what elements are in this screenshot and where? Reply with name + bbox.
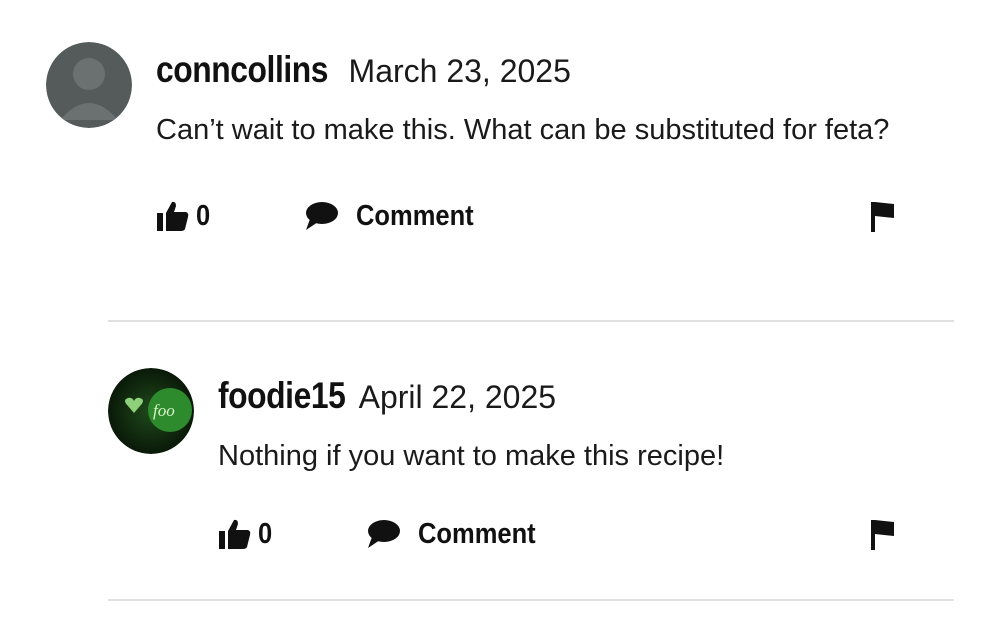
comment-header: conncollins March 23, 2025 bbox=[156, 42, 954, 98]
comment-header: foodie15 April 22, 2025 bbox=[218, 368, 954, 424]
thumbs-up-icon bbox=[157, 201, 189, 231]
user-avatar[interactable]: foo bbox=[108, 368, 194, 454]
speech-bubble-icon bbox=[368, 520, 400, 548]
flag-icon bbox=[871, 520, 894, 550]
comment-actions: 0 Comment bbox=[156, 192, 954, 240]
comment-button-label: Comment bbox=[418, 517, 536, 550]
comment-actions: 0 Comment bbox=[218, 510, 954, 558]
comment-date: April 22, 2025 bbox=[358, 379, 557, 415]
default-user-avatar-icon bbox=[46, 42, 132, 128]
flag-icon bbox=[871, 202, 894, 232]
like-button[interactable]: 0 bbox=[156, 192, 212, 240]
like-count: 0 bbox=[258, 517, 273, 550]
report-flag-button[interactable] bbox=[870, 510, 896, 558]
like-button[interactable]: 0 bbox=[218, 510, 274, 558]
comment-button-label: Comment bbox=[356, 199, 474, 232]
comment-content: foodie15 April 22, 2025 Nothing if you w… bbox=[218, 368, 954, 558]
comment-date: March 23, 2025 bbox=[348, 53, 571, 89]
comment-divider bbox=[108, 320, 954, 322]
comment-username[interactable]: conncollins bbox=[156, 42, 328, 98]
user-avatar[interactable] bbox=[46, 42, 132, 128]
comment-divider bbox=[108, 599, 954, 601]
comment-text: Can’t wait to make this. What can be sub… bbox=[156, 114, 890, 146]
like-count: 0 bbox=[196, 199, 211, 232]
thumbs-up-icon bbox=[219, 519, 251, 549]
food-network-avatar-icon: foo bbox=[108, 368, 194, 454]
comment-username[interactable]: foodie15 bbox=[218, 368, 346, 424]
report-flag-button[interactable] bbox=[870, 192, 896, 240]
speech-bubble-icon bbox=[306, 202, 338, 230]
comment-text: Nothing if you want to make this recipe! bbox=[218, 440, 725, 472]
svg-text:foo: foo bbox=[153, 401, 175, 420]
reply-comment-button[interactable]: Comment bbox=[366, 510, 552, 558]
comment-content: conncollins March 23, 2025 Can’t wait to… bbox=[156, 42, 954, 240]
reply-comment-button[interactable]: Comment bbox=[304, 192, 490, 240]
